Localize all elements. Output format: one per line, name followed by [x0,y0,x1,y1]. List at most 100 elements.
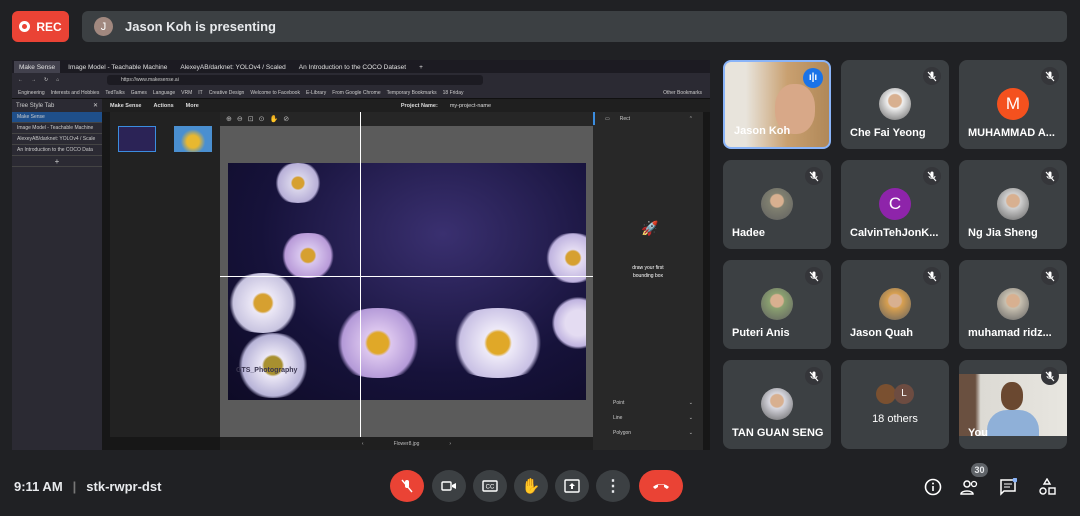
browser-nav-bar: ← → ↻ ⌂ https://www.makesense.ai [12,73,710,87]
avatar: C [879,188,911,220]
presenter-avatar: J [94,17,113,36]
browser-tab: An Introduction to the COCO Dataset [298,63,407,71]
bookmarks-bar: Engineering Interests and Hobbies TedTalks… [12,87,710,99]
participant-tile[interactable]: M MUHAMMAD A... [959,60,1067,149]
mic-toggle-button[interactable] [390,470,424,502]
camera-toggle-button[interactable] [432,470,466,502]
avatar [761,288,793,320]
back-icon: ← [18,77,23,83]
more-vert-icon: ⋮ [605,478,621,495]
forward-icon: → [31,77,36,83]
participant-name: Jason Koh [734,125,791,137]
participant-name: Che Fai Yeong [850,127,926,139]
captions-button[interactable]: CC [473,470,507,502]
present-button[interactable] [555,470,589,502]
participant-tile[interactable]: ı|ı Jason Koh [723,60,831,149]
mic-off-icon [1041,67,1059,85]
info-icon [924,478,942,496]
meeting-code: stk-rwpr-dst [86,479,162,494]
reload-icon: ↻ [44,77,49,83]
participant-name: Ng Jia Sheng [968,227,1038,239]
raise-hand-button[interactable]: ✋ [514,470,548,502]
file-navigator: ‹ Flower8.jpg › [220,437,593,450]
hand-icon: ✋ [521,478,541,495]
avatar [876,384,896,404]
browser-tab: Make Sense [14,61,61,73]
participant-tile[interactable]: muhamad ridz... [959,260,1067,349]
activities-icon [1039,478,1056,495]
participant-name: 18 others [872,413,918,425]
participant-tile[interactable]: Hadee [723,160,831,249]
browser-tab-strip: Make Sense Image Model - Teachable Machi… [12,60,710,73]
mic-off-icon [1041,167,1059,185]
tree-style-tab-sidebar: Tree Style Tab ✕ Make Sense Image Model -… [12,99,102,450]
avatar [997,188,1029,220]
new-tab-icon: + [419,63,423,71]
participant-tile[interactable]: L 18 others [841,360,949,449]
mic-off-icon [923,267,941,285]
clock: 9:11 AM [14,479,63,494]
zoom-toolbar: ⊕ ⊖ ⊡ ⊙ ✋ ⊘ [220,112,593,126]
mic-off-icon [805,267,823,285]
activities-button[interactable] [1036,476,1058,498]
leave-call-button[interactable] [639,470,683,502]
captions-icon: CC [482,480,498,492]
avatar [997,288,1029,320]
avatar: M [997,88,1029,120]
participant-name: muhamad ridz... [968,327,1052,339]
avatar [761,388,793,420]
participant-tile[interactable]: TAN GUAN SENG [723,360,831,449]
browser-tab: AlexeyAB/darknet: YOLOv4 / Scaled [180,63,286,71]
presenting-text: Jason Koh is presenting [125,19,276,34]
presenting-banner: J Jason Koh is presenting [82,11,1067,42]
participant-tile[interactable]: C CalvinTehJonK... [841,160,949,249]
browser-tab: Image Model - Teachable Machine [68,63,168,71]
home-icon: ⌂ [56,77,60,83]
speaking-indicator-icon: ı|ı [803,68,823,88]
mic-off-icon [1041,367,1059,385]
mic-off-icon [805,367,823,385]
image-watermark: GTS_Photography [236,367,298,374]
mic-off-icon [805,167,823,185]
people-button[interactable] [959,476,981,498]
rec-label: REC [36,19,62,34]
participant-tile[interactable]: Puteri Anis [723,260,831,349]
chat-icon [1000,478,1017,496]
chat-button[interactable] [997,476,1019,498]
makesense-app: Make Sense Actions More Project Name: my-pr… [102,99,710,450]
participant-name: CalvinTehJonK... [850,227,939,239]
participant-name: Hadee [732,227,766,239]
avatar: L [894,384,914,404]
participant-tile[interactable]: You [959,360,1067,449]
image-thumbnails [110,112,220,437]
recording-indicator: REC [12,11,69,42]
record-icon [19,21,31,32]
participant-name: TAN GUAN SENG [732,427,824,439]
flower-image: GTS_Photography [228,163,586,400]
participant-tile[interactable]: Che Fai Yeong [841,60,949,149]
participant-name: You [968,427,988,439]
participant-name: Jason Quah [850,327,913,339]
participant-count-badge: 30 [971,463,988,477]
shared-screen: Make Sense Image Model - Teachable Machi… [12,60,710,450]
present-icon [564,479,580,493]
crosshair-horizontal [220,276,593,277]
people-icon [960,480,978,495]
hang-up-icon [653,484,669,489]
avatar [879,288,911,320]
mic-off-icon [1041,267,1059,285]
url-bar: https://www.makesense.ai [107,75,483,85]
crosshair-vertical [360,112,361,437]
meeting-info-button[interactable] [922,476,944,498]
participant-name: MUHAMMAD A... [968,127,1055,139]
more-options-button[interactable]: ⋮ [596,470,630,502]
mic-off-icon [923,67,941,85]
makesense-menu: Make Sense Actions More Project Name: my-pr… [102,99,710,112]
labels-panel: ▭ Rect ⌃ 🚀 draw your first bounding box Poi… [593,112,703,450]
image-editor: ⊕ ⊖ ⊡ ⊙ ✋ ⊘ GTS_Photography [220,112,593,437]
meeting-details: 9:11 AM | stk-rwpr-dst [14,479,162,494]
svg-text:CC: CC [486,485,495,491]
camera-icon [441,481,456,491]
participant-tile[interactable]: Jason Quah [841,260,949,349]
participant-tile[interactable]: Ng Jia Sheng [959,160,1067,249]
